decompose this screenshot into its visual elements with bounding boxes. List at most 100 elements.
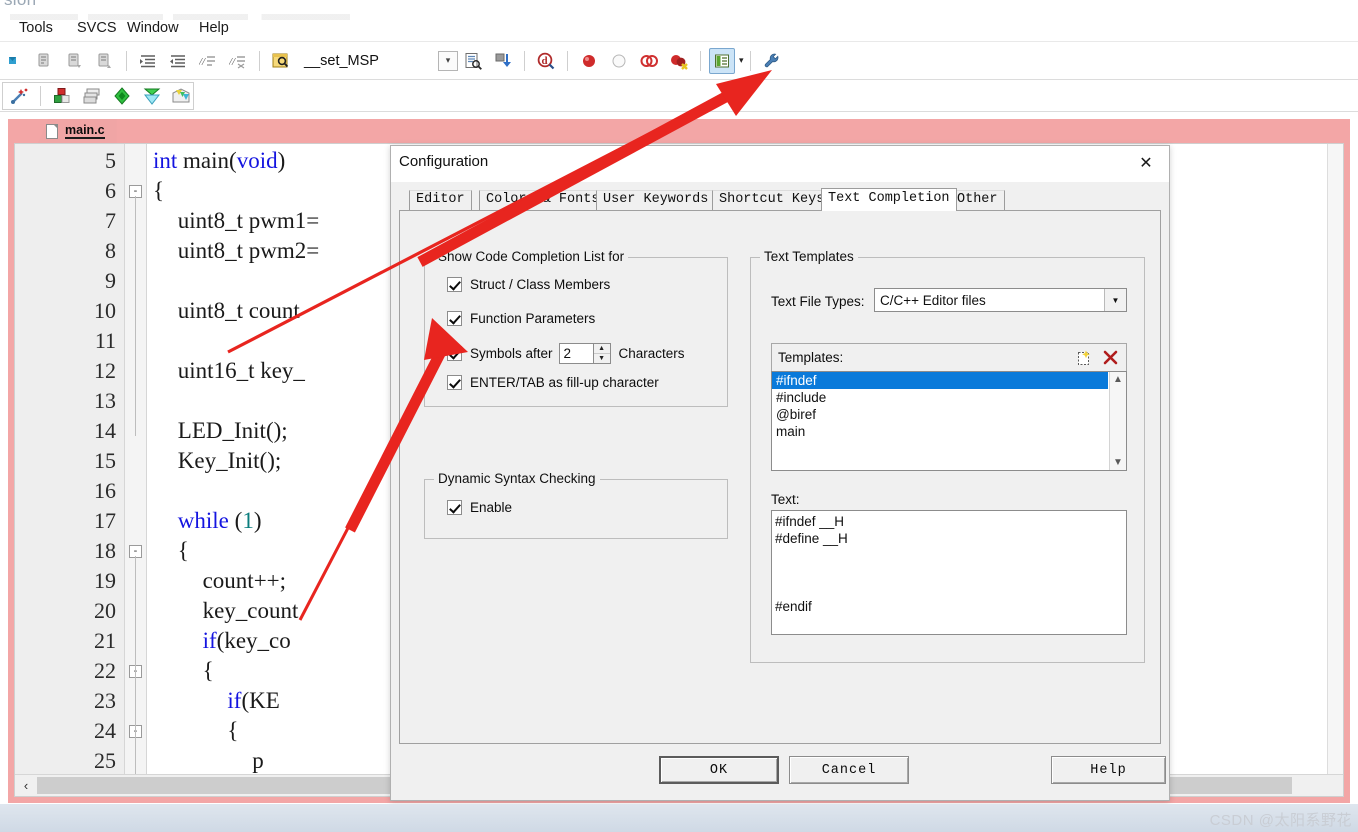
batch-build-icon[interactable] bbox=[79, 83, 105, 109]
editor-tab-main-c[interactable]: main.c bbox=[38, 119, 117, 143]
menu-tools[interactable]: Tools bbox=[14, 19, 58, 37]
code-line[interactable]: int main(void) bbox=[153, 146, 285, 176]
comment-icon[interactable]: // bbox=[195, 48, 221, 74]
templates-listbox[interactable]: #ifndef #include @biref main ▲ ▼ bbox=[771, 371, 1127, 471]
svg-text://: // bbox=[199, 56, 206, 68]
code-line[interactable]: count++; bbox=[203, 566, 286, 596]
checkbox-icon[interactable] bbox=[447, 277, 462, 292]
checkbox-icon[interactable] bbox=[447, 311, 462, 326]
document-search-icon[interactable] bbox=[460, 48, 486, 74]
translate-icon[interactable] bbox=[109, 83, 135, 109]
magic-wand-icon[interactable] bbox=[6, 83, 32, 109]
code-line[interactable]: uint8_t pwm2= bbox=[178, 236, 319, 266]
list-item[interactable]: #ifndef bbox=[772, 372, 1108, 389]
dialog-title: Configuration bbox=[399, 153, 489, 170]
chevron-down-icon[interactable]: ▾ bbox=[739, 55, 744, 66]
template-text-editor[interactable]: #ifndef __H #define __H #endif bbox=[771, 510, 1127, 635]
bookmark-prev-icon[interactable] bbox=[92, 48, 118, 74]
code-line[interactable]: LED_Init(); bbox=[178, 416, 288, 446]
checkbox-syntax-enable[interactable]: Enable bbox=[447, 500, 512, 515]
outdent-icon[interactable] bbox=[165, 48, 191, 74]
build-target-icon[interactable] bbox=[49, 83, 75, 109]
checkbox-function-parameters[interactable]: Function Parameters bbox=[447, 311, 595, 326]
code-line[interactable]: uint8_t pwm1= bbox=[178, 206, 319, 236]
stepper-up-icon[interactable]: ▲ bbox=[593, 344, 610, 354]
menu-help[interactable]: Help bbox=[194, 19, 234, 37]
tab-user-keywords[interactable]: User Keywords bbox=[596, 190, 716, 210]
line-number: 12 bbox=[94, 358, 116, 383]
code-token: main( bbox=[183, 148, 237, 173]
kill-all-breakpoints-icon[interactable] bbox=[666, 48, 692, 74]
help-button[interactable]: Help bbox=[1051, 756, 1166, 784]
symbols-after-stepper[interactable]: 2 ▲ ▼ bbox=[558, 343, 611, 364]
breakpoint-icon[interactable] bbox=[576, 48, 602, 74]
code-line[interactable]: { bbox=[153, 176, 164, 206]
insert-file-icon[interactable] bbox=[2, 48, 28, 74]
ok-button[interactable]: OK bbox=[659, 756, 779, 784]
code-line[interactable]: uint8_t count bbox=[178, 296, 300, 326]
checkbox-struct-class-members[interactable]: Struct / Class Members bbox=[447, 277, 610, 292]
code-line[interactable]: Key_Init(); bbox=[178, 446, 281, 476]
configuration-wrench-icon[interactable] bbox=[759, 48, 785, 74]
build-all-icon[interactable] bbox=[169, 83, 195, 109]
text-templates-group: Text Templates Text File Types: C/C++ Ed… bbox=[750, 249, 1145, 663]
checkbox-icon[interactable] bbox=[447, 346, 462, 361]
rebuild-icon[interactable] bbox=[139, 83, 165, 109]
cancel-button[interactable]: Cancel bbox=[789, 756, 909, 784]
checkbox-enter-tab-fillup[interactable]: ENTER/TAB as fill-up character bbox=[447, 375, 659, 390]
uncomment-icon[interactable]: // bbox=[225, 48, 251, 74]
tab-shortcut-keys[interactable]: Shortcut Keys bbox=[712, 190, 832, 210]
list-item[interactable]: main bbox=[772, 423, 1126, 440]
bookmark-toggle-icon[interactable] bbox=[32, 48, 58, 74]
close-icon[interactable]: ✕ bbox=[1123, 146, 1169, 180]
code-line[interactable]: p bbox=[252, 746, 264, 776]
menu-svcs[interactable]: SVCS bbox=[72, 19, 122, 37]
build-toolbar bbox=[0, 80, 1358, 112]
tab-editor[interactable]: Editor bbox=[409, 190, 472, 210]
code-line[interactable]: while (1) bbox=[178, 506, 262, 536]
download-icon[interactable] bbox=[490, 48, 516, 74]
disable-all-breakpoints-icon[interactable] bbox=[636, 48, 662, 74]
code-line[interactable]: { bbox=[203, 656, 214, 686]
chevron-down-icon[interactable]: ▼ bbox=[1104, 289, 1126, 311]
scroll-up-icon[interactable]: ▲ bbox=[1113, 372, 1123, 387]
code-line[interactable]: if(key_co bbox=[203, 626, 291, 656]
code-line[interactable]: if(KE bbox=[227, 686, 279, 716]
list-item[interactable]: @biref bbox=[772, 406, 1126, 423]
goto-definition-icon[interactable] bbox=[268, 48, 294, 74]
listbox-scrollbar[interactable]: ▲ ▼ bbox=[1109, 372, 1126, 470]
code-token: int bbox=[153, 148, 184, 173]
scroll-left-icon[interactable]: ‹ bbox=[15, 775, 37, 796]
code-line[interactable]: { bbox=[178, 536, 189, 566]
checkbox-icon[interactable] bbox=[447, 375, 462, 390]
indent-icon[interactable] bbox=[135, 48, 161, 74]
code-token: while bbox=[177, 508, 229, 533]
vertical-scrollbar[interactable] bbox=[1327, 144, 1343, 774]
list-item[interactable]: #include bbox=[772, 389, 1126, 406]
line-number: 7 bbox=[105, 208, 116, 233]
manage-project-items-icon[interactable] bbox=[709, 47, 735, 74]
checkbox-symbols-after[interactable]: Symbols after 2 ▲ ▼ Characters bbox=[447, 343, 685, 364]
code-line[interactable]: key_count bbox=[203, 596, 299, 626]
bookmark-next-icon[interactable] bbox=[62, 48, 88, 74]
dropdown-arrow-icon[interactable]: ▾ bbox=[438, 50, 458, 71]
tab-colors-fonts[interactable]: Colors & Fonts bbox=[479, 190, 607, 210]
delete-template-icon[interactable] bbox=[1099, 347, 1121, 369]
code-line[interactable]: { bbox=[227, 716, 238, 746]
text-file-types-select[interactable]: C/C++ Editor files ▼ bbox=[874, 288, 1127, 312]
breakpoint-disabled-icon[interactable] bbox=[606, 48, 632, 74]
checkbox-icon[interactable] bbox=[447, 500, 462, 515]
stepper-buttons[interactable]: ▲ ▼ bbox=[592, 343, 611, 364]
code-line[interactable]: uint16_t key_ bbox=[178, 356, 305, 386]
new-template-icon[interactable] bbox=[1073, 347, 1095, 369]
menu-window[interactable]: Window bbox=[122, 19, 184, 37]
tab-other[interactable]: Other bbox=[950, 190, 1005, 210]
scroll-down-icon[interactable]: ▼ bbox=[1113, 455, 1123, 470]
fold-gutter[interactable]: ---- bbox=[125, 144, 147, 796]
stepper-down-icon[interactable]: ▼ bbox=[594, 354, 610, 363]
find-in-files-icon[interactable]: d bbox=[533, 48, 559, 74]
line-number: 20 bbox=[94, 598, 116, 623]
symbols-after-value[interactable]: 2 bbox=[558, 343, 593, 364]
line-number: 8 bbox=[105, 238, 116, 263]
tab-text-completion[interactable]: Text Completion bbox=[821, 188, 957, 211]
